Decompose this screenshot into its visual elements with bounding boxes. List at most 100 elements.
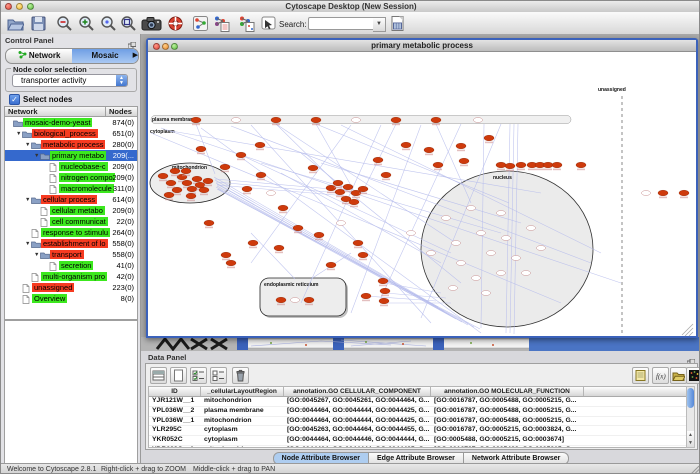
node-unfilled[interactable] <box>474 118 483 123</box>
copy-network-style-icon[interactable] <box>213 15 230 32</box>
node[interactable] <box>274 245 284 251</box>
node[interactable] <box>196 146 206 152</box>
node-unfilled[interactable] <box>497 211 506 216</box>
tree-item-unassigned[interactable]: unassigned223(0) <box>5 282 137 293</box>
node[interactable] <box>516 162 526 168</box>
node-unfilled[interactable] <box>642 191 651 196</box>
annotation-icon[interactable] <box>260 15 277 32</box>
node[interactable] <box>186 193 196 199</box>
table-row[interactable]: YJR121W__1mitochondrion[GO:0045267, GO:0… <box>149 397 687 407</box>
node[interactable] <box>335 189 345 195</box>
column-header-network[interactable]: Network <box>5 107 106 116</box>
help-lifesaver-icon[interactable] <box>167 15 184 32</box>
node[interactable] <box>358 186 368 192</box>
node[interactable] <box>192 176 202 182</box>
node[interactable] <box>278 205 288 211</box>
node[interactable] <box>221 252 231 258</box>
tree-item-cellular-process[interactable]: ▼cellular process614(0) <box>5 194 137 205</box>
tree-item-biological-process[interactable]: ▼biological_process651(0) <box>5 128 137 139</box>
node[interactable] <box>256 172 266 178</box>
node-unfilled[interactable] <box>337 221 346 226</box>
table-row[interactable]: YDR039C__1mitochondrion[GO:0044464, GO:0… <box>149 446 687 448</box>
tree-item-nitrogen-compo[interactable]: nitrogen compo209(0) <box>5 172 137 183</box>
network-canvas[interactable]: plasma membranecytoplasmmitochondrionnuc… <box>148 52 696 338</box>
unselect-attributes-icon[interactable] <box>210 367 227 384</box>
node[interactable] <box>658 190 668 196</box>
open-folder-icon[interactable] <box>7 15 24 32</box>
node[interactable] <box>424 147 434 153</box>
float-data-panel-icon[interactable] <box>687 353 695 360</box>
node[interactable] <box>484 135 494 141</box>
scrollbar-thumb[interactable] <box>687 388 694 408</box>
tree-item-cell-communicat[interactable]: cell communicat22(0) <box>5 216 137 227</box>
node[interactable] <box>459 158 469 164</box>
table-vertical-scrollbar[interactable]: ▲▼ <box>686 386 695 448</box>
node[interactable] <box>543 162 553 168</box>
node-unfilled[interactable] <box>472 276 481 281</box>
table-row[interactable]: YPL036W__1mitochondrion[GO:0044464, GO:0… <box>149 417 687 427</box>
node[interactable] <box>248 240 258 246</box>
birds-eye-view[interactable] <box>4 320 138 474</box>
node[interactable] <box>373 157 383 163</box>
node[interactable] <box>401 142 411 148</box>
table-row[interactable]: YKR052Ccytoplasm[GO:0044464, GO:0044446,… <box>149 436 687 446</box>
node-unfilled[interactable] <box>467 206 476 211</box>
node[interactable] <box>220 164 230 170</box>
zoom-fit-icon[interactable] <box>120 15 137 32</box>
node-unfilled[interactable] <box>497 271 506 276</box>
node[interactable] <box>203 178 213 184</box>
node-unfilled[interactable] <box>477 231 486 236</box>
attribute-editor-icon[interactable] <box>632 367 649 384</box>
column-header[interactable]: annotation.GO CELLULAR_COMPONENT <box>284 387 431 396</box>
copy-network-view-icon[interactable] <box>238 15 255 32</box>
node[interactable] <box>293 225 303 231</box>
select-attributes-icon[interactable] <box>190 367 207 384</box>
node-unfilled[interactable] <box>449 286 458 291</box>
attribute-grid-icon[interactable] <box>150 367 167 384</box>
node[interactable] <box>195 182 205 188</box>
tree-item-secretion[interactable]: secretion41(0) <box>5 260 137 271</box>
node[interactable] <box>379 298 389 304</box>
node[interactable] <box>242 186 252 192</box>
tree-item-macromolecule[interactable]: macromolecule311(0) <box>5 183 137 194</box>
view-resize-grip[interactable] <box>682 324 693 336</box>
import-attributes-folder-icon[interactable] <box>670 367 687 384</box>
node[interactable] <box>333 180 343 186</box>
import-table-icon[interactable] <box>389 15 406 32</box>
node[interactable] <box>496 162 506 168</box>
more-tabs-arrow[interactable]: ▶ <box>133 51 138 59</box>
node[interactable] <box>576 162 586 168</box>
node[interactable] <box>276 297 286 303</box>
network-window-titlebar[interactable]: primary metabolic process <box>148 40 696 52</box>
node-unfilled[interactable] <box>512 256 521 261</box>
new-attribute-icon[interactable] <box>170 367 187 384</box>
tree-item-overview[interactable]: Overview8(0) <box>5 293 137 304</box>
node-unfilled[interactable] <box>427 251 436 256</box>
node[interactable] <box>353 240 363 246</box>
node[interactable] <box>456 143 466 149</box>
node[interactable] <box>308 165 318 171</box>
search-options-dropdown[interactable]: ▼ <box>373 17 386 32</box>
node-unfilled[interactable] <box>232 118 241 123</box>
snapshot-camera-icon[interactable] <box>141 15 162 32</box>
node[interactable] <box>191 117 201 123</box>
column-header-nodes[interactable]: Nodes <box>106 107 137 116</box>
tree-item-metabolic-process[interactable]: ▼metabolic process280(0) <box>5 139 137 150</box>
node-unfilled[interactable] <box>352 118 361 123</box>
node-unfilled[interactable] <box>291 298 300 303</box>
node[interactable] <box>271 117 281 123</box>
node-unfilled[interactable] <box>502 236 511 241</box>
node-unfilled[interactable] <box>442 216 451 221</box>
save-icon[interactable] <box>30 15 47 32</box>
node-unfilled[interactable] <box>537 246 546 251</box>
node[interactable] <box>326 262 336 268</box>
node[interactable] <box>181 168 191 174</box>
node[interactable] <box>199 187 209 193</box>
node[interactable] <box>391 117 401 123</box>
node-unfilled[interactable] <box>522 271 531 276</box>
node[interactable] <box>172 187 182 193</box>
node[interactable] <box>361 293 371 299</box>
tab-network[interactable]: Network <box>6 49 72 63</box>
color-attribute-dropdown[interactable]: transporter activity ▲▼ <box>12 74 128 87</box>
search-input[interactable] <box>308 17 374 30</box>
